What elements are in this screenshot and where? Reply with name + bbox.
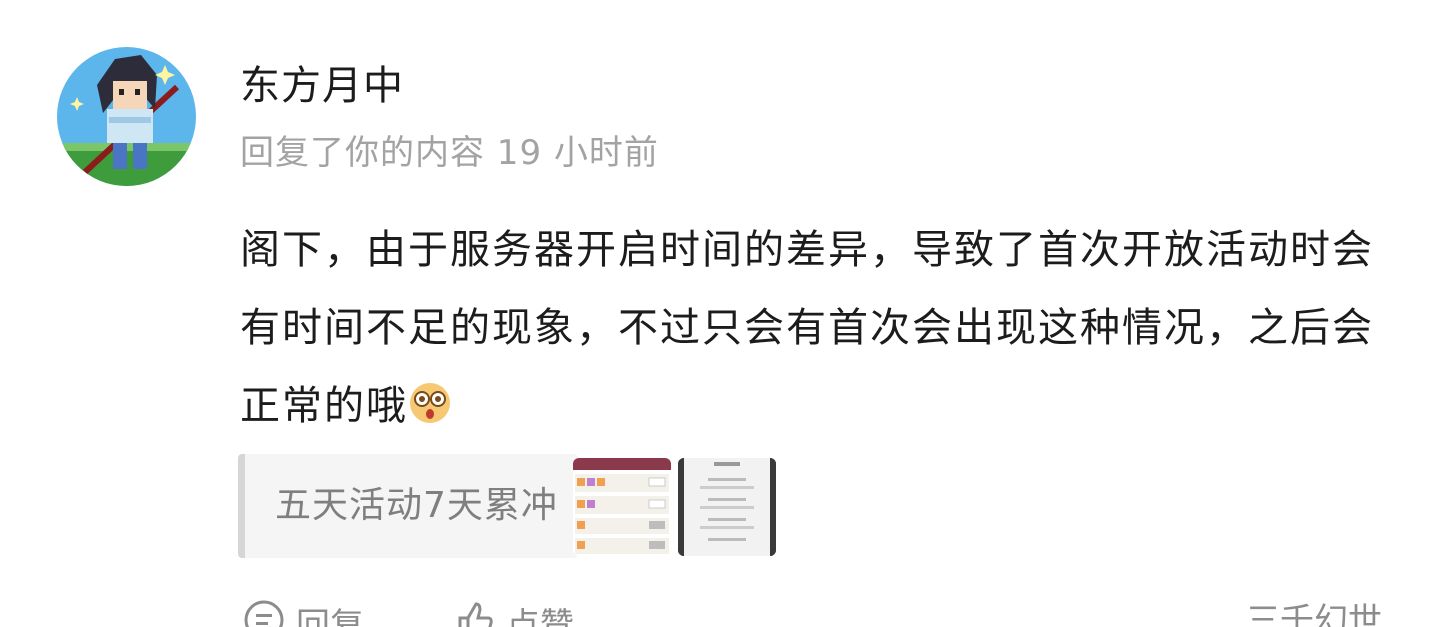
avatar-image [57,47,196,186]
like-label: 点赞 [506,606,574,627]
quoted-post-title: 五天活动7天累冲 [275,485,558,526]
thumbs-up-icon [452,598,496,627]
reply-meta: 回复了你的内容 19 小时前 [240,133,659,173]
quoted-post[interactable]: 五天活动7天累冲 [238,454,578,558]
thumbnail-image-1[interactable] [573,458,671,556]
reply-button[interactable]: 回复 [242,598,364,627]
shocked-face-emoji-icon [408,373,452,423]
thumbnail-image-2[interactable] [678,458,776,556]
reply-label: 回复 [296,606,364,627]
like-button[interactable]: 点赞 [452,598,574,627]
avatar[interactable] [57,47,196,186]
comment-body: 阁下，由于服务器开启时间的差异，导致了首次开放活动时会有时间不足的现象，不过只会… [240,211,1390,445]
comment-bubble-icon [242,598,286,627]
album-link[interactable]: 三千幻世 [1246,598,1382,627]
username[interactable]: 东方月中 [240,60,404,112]
